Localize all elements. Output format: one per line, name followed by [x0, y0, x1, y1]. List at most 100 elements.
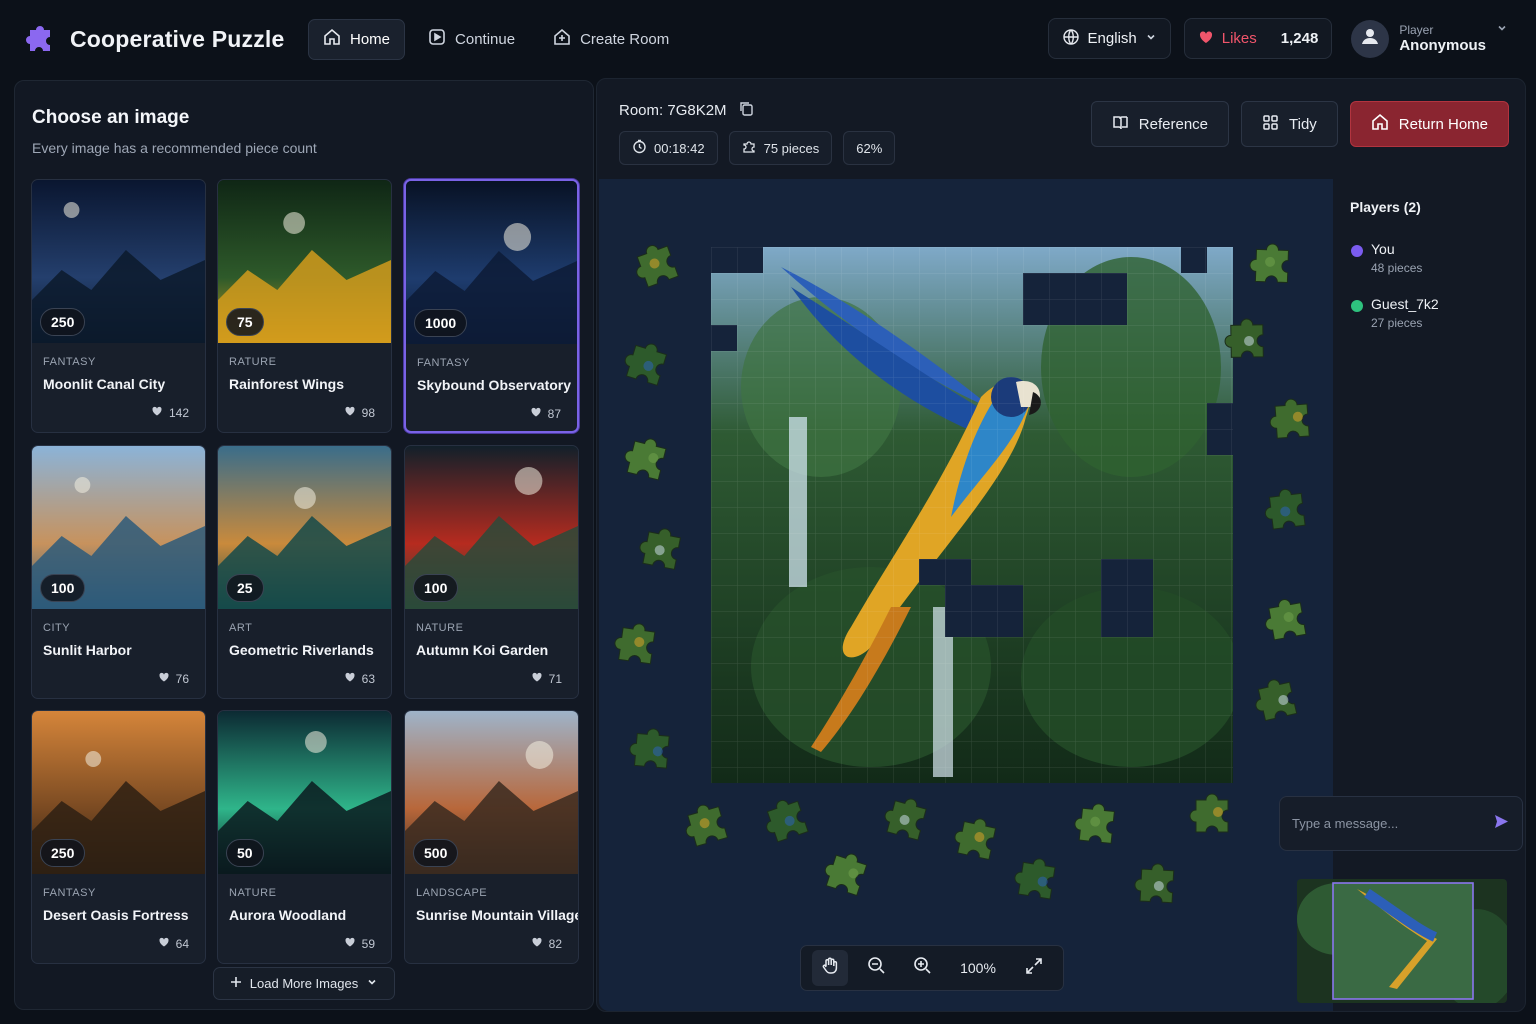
loose-puzzle-piece[interactable] — [1251, 676, 1298, 722]
card-likes[interactable]: 59 — [344, 936, 375, 951]
card-likes-count: 82 — [548, 936, 562, 951]
loose-puzzle-piece[interactable] — [613, 621, 656, 665]
image-card[interactable]: 75 RATURE Rainforest Wings 98 — [217, 179, 392, 433]
card-category: NATURE — [416, 622, 464, 634]
card-likes[interactable]: 82 — [531, 936, 562, 951]
loose-puzzle-piece[interactable] — [952, 814, 997, 861]
top-bar: Cooperative Puzzle Home Continue Create … — [0, 0, 1536, 78]
card-title: Geometric Riverlands — [229, 642, 374, 658]
heart-icon — [344, 671, 356, 686]
nav-create-room[interactable]: Create Room — [538, 19, 684, 60]
loose-puzzle-piece[interactable] — [1073, 802, 1115, 844]
loose-puzzle-piece[interactable] — [1263, 487, 1306, 530]
card-title: Rainforest Wings — [229, 376, 344, 392]
nav-home[interactable]: Home — [308, 18, 406, 60]
player-menu[interactable]: Player Anonymous — [1351, 19, 1508, 58]
piece-count-badge: 250 — [40, 308, 86, 336]
players-title: Players (2) — [1350, 199, 1421, 215]
puzzle-logo-icon — [24, 20, 58, 59]
loose-puzzle-piece[interactable] — [621, 434, 667, 481]
heart-icon — [1198, 29, 1214, 49]
chevron-down-icon — [1496, 21, 1508, 39]
zoom-in-button[interactable] — [904, 950, 940, 986]
zoom-out-icon — [867, 956, 886, 980]
loose-puzzle-piece[interactable] — [1012, 855, 1056, 900]
loose-puzzle-piece[interactable] — [821, 848, 869, 897]
card-title: Sunlit Harbor — [43, 642, 132, 658]
chevron-down-icon — [366, 976, 378, 991]
language-select[interactable]: English — [1047, 18, 1171, 59]
loose-puzzle-piece[interactable] — [1262, 597, 1307, 641]
image-card[interactable]: 250 FANTASY Moonlit Canal City 142 — [31, 179, 206, 433]
card-likes[interactable]: 98 — [344, 405, 375, 420]
image-card[interactable]: 100 NATURE Autumn Koi Garden 71 — [404, 445, 579, 699]
player-name: You — [1371, 241, 1395, 257]
loose-puzzle-piece[interactable] — [1134, 863, 1175, 904]
card-likes-count: 71 — [548, 671, 562, 686]
loose-puzzle-piece[interactable] — [881, 793, 928, 841]
nav-continue-label: Continue — [455, 30, 516, 48]
card-likes[interactable]: 63 — [344, 671, 375, 686]
hand-icon — [820, 956, 840, 981]
player-color-dot — [1351, 245, 1363, 257]
image-card[interactable]: 100 CITY Sunlit Harbor 76 — [31, 445, 206, 699]
card-likes-count: 142 — [168, 405, 189, 420]
loose-puzzle-piece[interactable] — [621, 338, 668, 386]
image-card[interactable]: 1000 FANTASY Skybound Observatory 87 — [404, 179, 579, 433]
chat-input[interactable]: Type a message... — [1279, 796, 1523, 851]
zoom-in-icon — [913, 956, 932, 980]
room-label: Room: 7G8K2M — [619, 101, 754, 120]
globe-icon — [1062, 28, 1080, 50]
load-more-label: Load More Images — [249, 976, 359, 991]
home-icon — [1371, 113, 1389, 135]
image-card[interactable]: 25 ART Geometric Riverlands 63 — [217, 445, 392, 699]
puzzle-board[interactable]: 100% — [599, 179, 1333, 1011]
loose-puzzle-piece[interactable] — [1249, 243, 1289, 283]
copy-icon[interactable] — [739, 101, 754, 120]
image-card[interactable]: 50 NATURE Aurora Woodland 59 — [217, 710, 392, 964]
minimap[interactable] — [1297, 879, 1507, 1003]
nav-create-room-label: Create Room — [580, 30, 670, 48]
language-value: English — [1087, 30, 1137, 47]
card-likes[interactable]: 71 — [531, 671, 562, 686]
loose-puzzle-piece[interactable] — [637, 525, 682, 570]
player-row: Guest_7k2 27 pieces — [1351, 296, 1439, 330]
top-right-controls: English Likes 1,248 Player Anonymous — [1047, 18, 1508, 59]
send-icon[interactable] — [1493, 813, 1510, 835]
likes-button[interactable]: Likes 1,248 — [1183, 18, 1333, 59]
return-home-button[interactable]: Return Home — [1349, 101, 1509, 147]
loose-puzzle-piece[interactable] — [1189, 793, 1229, 833]
card-likes[interactable]: 87 — [530, 406, 561, 421]
main-nav: Home Continue Create Room — [308, 18, 684, 60]
player-name: Guest_7k2 — [1371, 296, 1439, 312]
zoom-out-button[interactable] — [858, 950, 894, 986]
card-likes[interactable]: 76 — [158, 671, 189, 686]
reference-button[interactable]: Reference — [1090, 101, 1230, 147]
pan-tool-button[interactable] — [812, 950, 848, 986]
card-category: LANDSCAPE — [416, 887, 488, 899]
player-role: Player — [1399, 23, 1434, 37]
card-likes[interactable]: 142 — [151, 405, 189, 420]
loose-puzzle-piece[interactable] — [680, 801, 729, 848]
piece-count-badge: 100 — [40, 574, 86, 602]
pieces-stat: 75 pieces — [728, 131, 833, 165]
loose-puzzle-piece[interactable] — [630, 240, 679, 289]
image-card[interactable]: 250 FANTASY Desert Oasis Fortress 64 — [31, 710, 206, 964]
heart-icon — [344, 936, 356, 951]
brand[interactable]: Cooperative Puzzle — [24, 20, 308, 59]
nav-continue[interactable]: Continue — [413, 19, 530, 60]
loose-puzzle-piece[interactable] — [1224, 318, 1264, 358]
return-home-label: Return Home — [1398, 115, 1488, 133]
grid-icon — [1262, 114, 1279, 135]
nav-home-label: Home — [350, 30, 391, 48]
piece-count-badge: 50 — [226, 839, 264, 867]
loose-puzzle-piece[interactable] — [1269, 398, 1310, 439]
card-likes[interactable]: 64 — [158, 936, 189, 951]
image-gallery-panel: Choose an image Every image has a recomm… — [14, 80, 594, 1010]
fullscreen-button[interactable] — [1016, 950, 1052, 986]
tidy-button[interactable]: Tidy — [1241, 101, 1338, 147]
loose-puzzle-piece[interactable] — [760, 796, 809, 844]
image-card[interactable]: 500 LANDSCAPE Sunrise Mountain Village 8… — [404, 710, 579, 964]
loose-puzzle-piece[interactable] — [629, 727, 670, 769]
load-more-button[interactable]: Load More Images — [213, 967, 395, 1000]
